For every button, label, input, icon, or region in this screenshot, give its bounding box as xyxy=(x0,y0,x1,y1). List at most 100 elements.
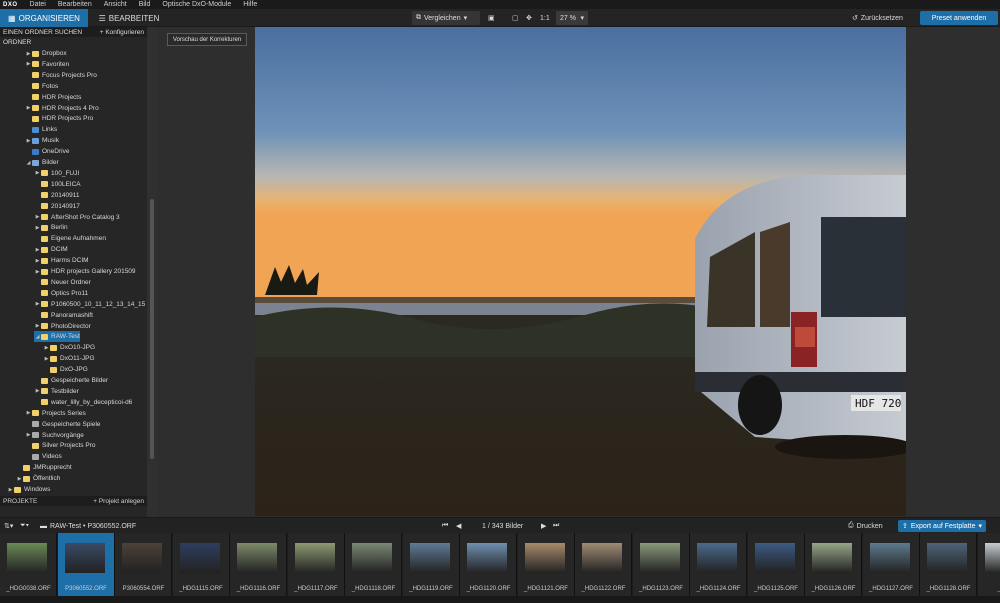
tree-item[interactable]: ▶ Berlin xyxy=(34,222,68,233)
expand-arrow-icon[interactable]: ▶ xyxy=(43,356,50,362)
tree-item[interactable]: Videos xyxy=(25,451,62,462)
configure-button[interactable]: + Konfigurieren xyxy=(100,29,144,36)
tree-item[interactable]: ▶ AfterShot Pro Catalog 3 xyxy=(34,212,120,223)
expand-arrow-icon[interactable]: ◢ xyxy=(34,334,41,340)
menu-optische-module[interactable]: Optische DxO-Module xyxy=(156,1,237,8)
tree-item[interactable]: ▶ P1060500_10_11_12_13_14_15 xyxy=(34,299,146,310)
filter-icon[interactable]: ⏷▾ xyxy=(20,520,29,532)
filmstrip-thumbnail[interactable]: P3060554.ORF xyxy=(115,533,172,596)
tree-item[interactable]: ▶ HDR projects Gallery 201509 xyxy=(34,266,136,277)
filmstrip-thumbnail[interactable]: P3060552.ORF xyxy=(57,533,115,596)
filmstrip-thumbnail[interactable]: _HDG0038.ORF xyxy=(0,533,57,596)
crop-icon[interactable]: ▢ xyxy=(512,11,519,25)
filmstrip-thumbnail[interactable]: _HDG1121.ORF xyxy=(517,533,575,596)
tree-item[interactable]: ▶ HDR Projects 4 Pro xyxy=(25,103,99,114)
first-image-button[interactable]: ⏮ xyxy=(442,520,448,532)
tree-item[interactable]: ▶ Favoriten xyxy=(25,59,70,70)
expand-arrow-icon[interactable]: ▶ xyxy=(34,323,41,329)
menu-ansicht[interactable]: Ansicht xyxy=(98,1,133,8)
tree-item[interactable]: HDR Projects Pro xyxy=(25,113,93,124)
expand-arrow-icon[interactable]: ▶ xyxy=(16,476,23,482)
move-icon[interactable]: ✥ xyxy=(526,11,532,25)
filmstrip-thumbnail[interactable]: _HDG1118.ORF xyxy=(345,533,402,596)
filmstrip-thumbnail[interactable]: _HDG1125.ORF xyxy=(747,533,805,596)
tree-item[interactable]: Neuer Ordner xyxy=(34,277,91,288)
expand-arrow-icon[interactable]: ▶ xyxy=(25,410,32,416)
expand-arrow-icon[interactable]: ▶ xyxy=(34,301,41,307)
filmstrip-thumbnail[interactable]: _HDG1115.ORF xyxy=(172,533,230,596)
expand-arrow-icon[interactable]: ▶ xyxy=(25,61,32,67)
last-image-button[interactable]: ⏭ xyxy=(553,520,559,532)
export-button[interactable]: ⇪ Export auf Festplatte ▾ xyxy=(898,520,986,532)
expand-arrow-icon[interactable]: ▶ xyxy=(25,51,32,57)
tree-item[interactable]: ▶ PhotoDirector xyxy=(34,321,91,332)
tree-item[interactable]: ▶ Harms DCIM xyxy=(34,255,89,266)
tree-item[interactable]: Optics Pro11 xyxy=(34,288,88,299)
tree-item[interactable]: Fotos xyxy=(25,81,58,92)
reset-button[interactable]: ↺ Zurücksetzen xyxy=(852,11,914,25)
tree-item[interactable]: 100LEICA xyxy=(34,179,81,190)
main-photo[interactable]: HDF 720 xyxy=(255,27,906,516)
tab-edit[interactable]: ☰ BEARBEITEN xyxy=(88,9,170,27)
menu-hilfe[interactable]: Hilfe xyxy=(237,1,263,8)
tree-item[interactable]: ▶ Suchvorgänge xyxy=(25,430,84,441)
folder-scrollbar[interactable] xyxy=(147,27,157,517)
filmstrip-thumbnail[interactable]: _HDG1128.ORF xyxy=(920,533,977,596)
tree-item[interactable]: Panoramashift xyxy=(34,310,93,321)
tree-item[interactable]: ▶ Windows xyxy=(7,484,51,495)
expand-arrow-icon[interactable]: ▶ xyxy=(7,487,14,493)
tree-item[interactable]: Gespeicherte Bilder xyxy=(34,375,108,386)
tree-item[interactable]: ▶ DCIM xyxy=(34,244,68,255)
filmstrip-thumbnail[interactable]: _HDG1127.ORF xyxy=(862,533,920,596)
compare-button[interactable]: ⧉ Vergleichen ▾ xyxy=(412,11,480,25)
expand-arrow-icon[interactable]: ▶ xyxy=(34,247,41,253)
expand-arrow-icon[interactable]: ▶ xyxy=(34,388,41,394)
expand-arrow-icon[interactable]: ▶ xyxy=(34,225,41,231)
tree-item[interactable]: OneDrive xyxy=(25,146,69,157)
tree-item[interactable]: 20140917 xyxy=(34,201,80,212)
tree-item[interactable]: water_lilly_by_decepticoi-d6 xyxy=(34,397,132,408)
layout-icon[interactable]: ▣ xyxy=(488,11,495,25)
scrollbar-thumb[interactable] xyxy=(150,199,154,459)
tree-item[interactable]: HDR Projects xyxy=(25,92,81,103)
expand-arrow-icon[interactable]: ▶ xyxy=(25,138,32,144)
zoom-1to1-button[interactable]: 1:1 xyxy=(540,11,550,25)
filmstrip-thumbnail[interactable]: _HDG1124.ORF xyxy=(690,533,747,596)
tree-item[interactable]: ▶ Musik xyxy=(25,135,59,146)
tab-organize[interactable]: ▦ ORGANISIEREN xyxy=(0,9,88,27)
tree-item[interactable]: ▶ DxO11-JPG xyxy=(43,353,95,364)
expand-arrow-icon[interactable]: ▶ xyxy=(25,105,32,111)
filmstrip-thumbnail[interactable]: _HDG1123.ORF xyxy=(632,533,690,596)
sort-icon[interactable]: ⇅▾ xyxy=(4,520,13,532)
tree-item[interactable]: 20140911 xyxy=(34,190,79,201)
apply-preset-button[interactable]: Preset anwenden xyxy=(920,11,998,25)
expand-arrow-icon[interactable]: ◢ xyxy=(25,160,32,166)
tree-item[interactable]: ▶ Testbilder xyxy=(34,386,79,397)
add-project-button[interactable]: + Projekt anlegen xyxy=(93,498,144,505)
tree-item[interactable]: ▶ DxO10-JPG xyxy=(43,342,95,353)
filmstrip-thumbnail[interactable]: _HDG1117.ORF xyxy=(287,533,345,596)
tree-item[interactable]: ▶ Projects Series xyxy=(25,408,86,419)
next-image-button[interactable]: ▶ xyxy=(541,520,546,532)
filmstrip-thumbnail[interactable]: _HDG1119.ORF xyxy=(402,533,460,596)
menu-datei[interactable]: Datei xyxy=(24,1,52,8)
expand-arrow-icon[interactable]: ▶ xyxy=(34,170,41,176)
filmstrip-thumbnail[interactable]: _HDG xyxy=(977,533,1000,596)
tree-item[interactable]: Silver Projects Pro xyxy=(25,440,95,451)
preview-corrections-button[interactable]: Vorschau der Korrekturen xyxy=(167,33,247,46)
tree-item[interactable]: JMRupprecht xyxy=(16,462,72,473)
expand-arrow-icon[interactable]: ▶ xyxy=(34,214,41,220)
tree-item[interactable]: ▶ 100_FUJI xyxy=(34,168,80,179)
tree-item[interactable]: Links xyxy=(25,124,57,135)
expand-arrow-icon[interactable]: ▶ xyxy=(34,258,41,264)
search-folder-title[interactable]: EINEN ORDNER SUCHEN xyxy=(3,29,82,36)
tree-item[interactable]: ◢ RAW-Test xyxy=(34,331,80,343)
expand-arrow-icon[interactable]: ▶ xyxy=(25,432,32,438)
prev-image-button[interactable]: ◀ xyxy=(456,520,461,532)
menu-bearbeiten[interactable]: Bearbeiten xyxy=(52,1,98,8)
tree-item[interactable]: DxO-JPG xyxy=(43,364,88,375)
tree-item[interactable]: Eigene Aufnahmen xyxy=(34,233,106,244)
filmstrip-thumbnail[interactable]: _HDG1116.ORF xyxy=(230,533,287,596)
menu-bild[interactable]: Bild xyxy=(133,1,157,8)
filmstrip-scrollbar[interactable] xyxy=(0,596,1000,603)
